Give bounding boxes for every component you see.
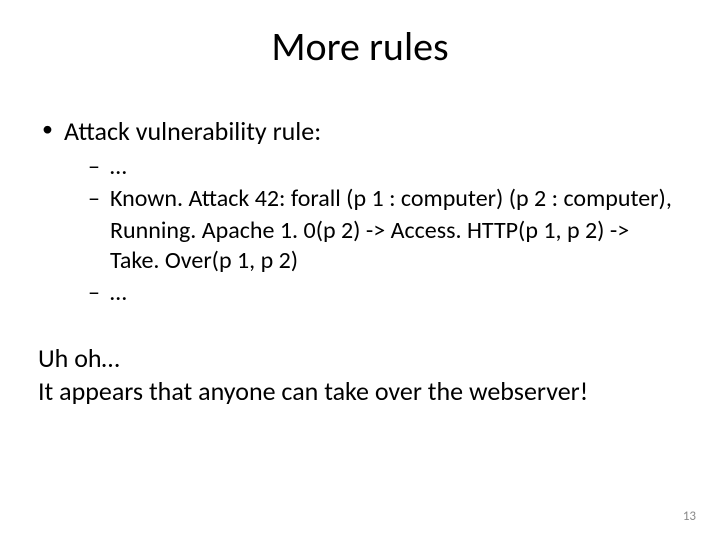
slide-body: Attack vulnerability rule: … Known. Atta… xyxy=(38,115,682,408)
bullet-level1-attack: Attack vulnerability rule: xyxy=(38,115,682,148)
page-number: 13 xyxy=(683,509,696,524)
slide-title: More rules xyxy=(0,22,720,71)
closing-line-1: Uh oh… xyxy=(38,342,682,375)
bullet-level2-ellipsis-bottom: … xyxy=(38,278,682,308)
closing-block: Uh oh… It appears that anyone can take o… xyxy=(38,342,682,409)
bullet-level2-knownattack-cont: Running. Apache 1. 0(p 2) -> Access. HTT… xyxy=(38,216,682,276)
bullet-level2-ellipsis-top: … xyxy=(38,152,682,182)
bullet-level2-knownattack: Known. Attack 42: forall (p 1 : computer… xyxy=(38,184,682,214)
closing-line-2: It appears that anyone can take over the… xyxy=(38,375,682,408)
slide: More rules Attack vulnerability rule: … … xyxy=(0,0,720,540)
